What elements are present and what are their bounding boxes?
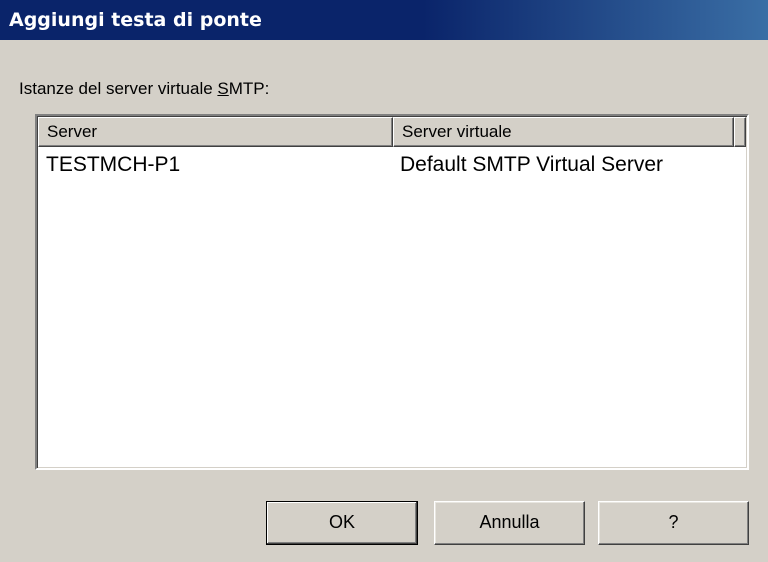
add-bridgehead-dialog: Aggiungi testa di ponte Istanze del serv… [0,0,768,562]
label-suffix: MTP: [228,79,270,98]
smtp-instances-list[interactable]: Server Server virtuale TESTMCH-P1 Defaul… [35,114,749,470]
window-title: Aggiungi testa di ponte [9,9,262,31]
label-mnemonic: S [217,79,229,98]
label-prefix: Istanze del server virtuale [19,79,218,98]
list-rows: TESTMCH-P1 Default SMTP Virtual Server [38,150,746,180]
column-header-virtual-server[interactable]: Server virtuale [393,117,734,147]
cell-virtual-server: Default SMTP Virtual Server [400,153,663,176]
smtp-instances-label: Istanze del server virtuale SMTP: [19,78,269,100]
list-item[interactable]: TESTMCH-P1 Default SMTP Virtual Server [38,150,746,180]
list-header: Server Server virtuale [38,117,746,147]
ok-button[interactable]: OK [266,501,418,545]
column-header-server[interactable]: Server [38,117,393,147]
cancel-button[interactable]: Annulla [434,501,585,545]
column-header-filler [734,117,746,147]
cell-server: TESTMCH-P1 [46,153,181,176]
help-button[interactable]: ? [598,501,749,545]
title-bar[interactable]: Aggiungi testa di ponte [0,0,768,40]
